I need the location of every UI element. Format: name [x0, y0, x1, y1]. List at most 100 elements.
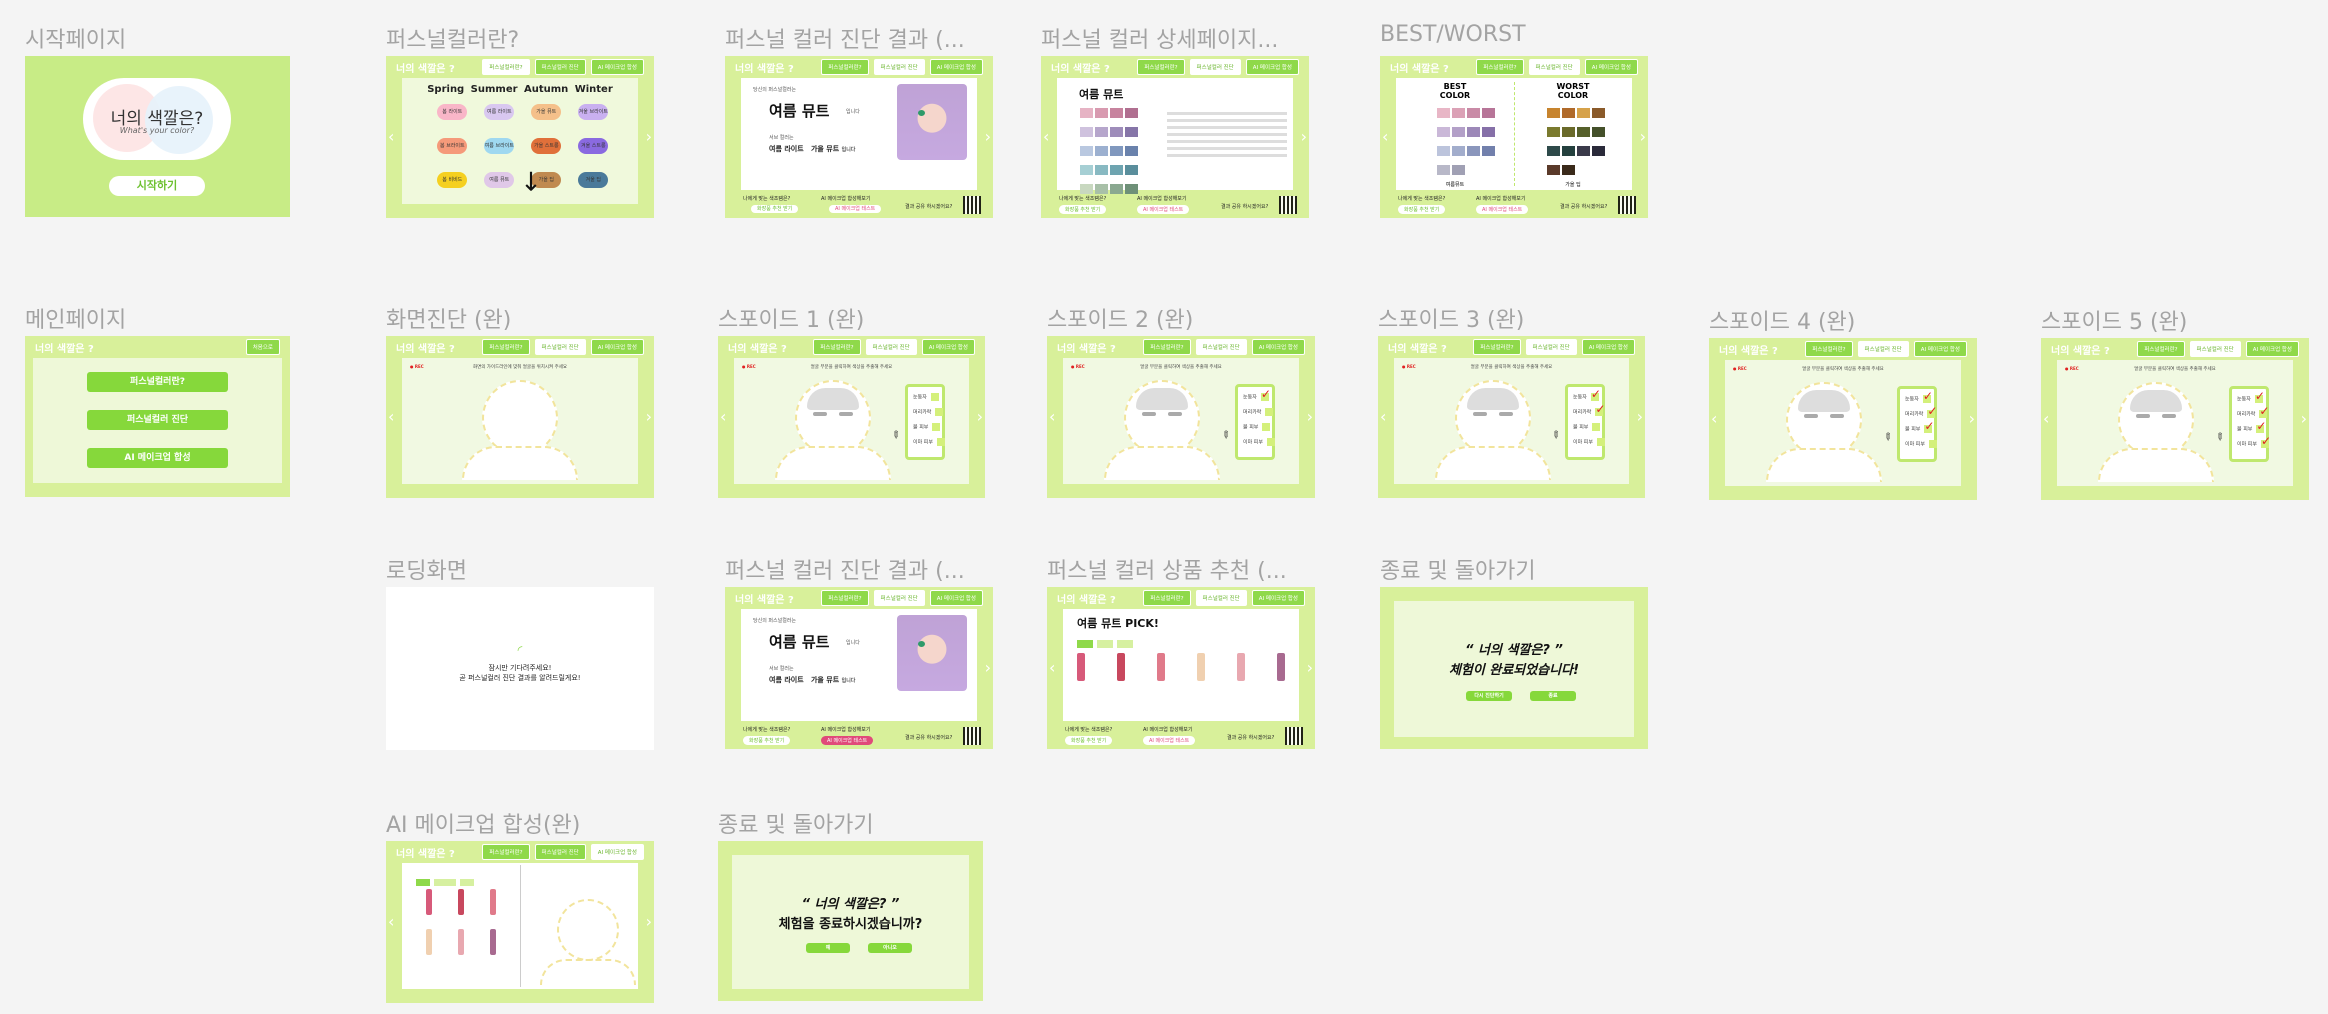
check-item[interactable]: 눈동자 [913, 393, 939, 401]
retry-button[interactable]: 다시 진단하기 [1466, 691, 1512, 701]
nav-intro-button[interactable]: 퍼스널컬러란? [1143, 590, 1191, 606]
nav-intro-button[interactable]: 퍼스널컬러란? [821, 59, 869, 75]
recommend-button[interactable]: 화장품 추천 받기 [1398, 205, 1446, 214]
check-item[interactable]: 머리카락 [913, 408, 944, 416]
next-arrow-icon[interactable]: › [1640, 129, 1646, 145]
next-arrow-icon[interactable]: › [646, 129, 652, 145]
nav-ai-button[interactable]: AI 메이크업 합성 [1251, 590, 1305, 606]
nav-intro-button[interactable]: 퍼스널컬러란? [482, 59, 530, 75]
check-item[interactable]: 볼 피부 [1573, 423, 1601, 431]
tone-chip[interactable]: 가을 스트롱 [531, 137, 562, 154]
eyedropper-icon[interactable]: ✎ [2212, 431, 2226, 445]
next-arrow-icon[interactable]: › [1307, 409, 1313, 425]
nav-ai-button[interactable]: AI 메이크업 합성 [1581, 339, 1635, 355]
nav-diagnose-button[interactable]: 퍼스널컬러 진단 [865, 339, 917, 355]
check-box[interactable] [2254, 389, 2265, 403]
check-item[interactable]: 볼 피부 [913, 423, 941, 431]
nav-ai-button[interactable]: AI 메이크업 합성 [1584, 59, 1638, 75]
prev-arrow-icon[interactable]: ‹ [1043, 129, 1049, 145]
tone-chip[interactable]: 여름 라이트 [484, 104, 515, 120]
check-item[interactable]: 머리카락 [1243, 408, 1274, 416]
frame-ai-makeup[interactable]: AI 메이크업 합성(완) 너의 색깔은 ? 퍼스널컬러란? 퍼스널컬러 진단 AI … [386, 813, 654, 1003]
prev-arrow-icon[interactable]: ‹ [1049, 660, 1055, 676]
check-box[interactable] [1597, 438, 1605, 446]
eyedropper-icon[interactable]: ✎ [1218, 429, 1232, 443]
start-button[interactable]: 시작하기 [109, 176, 205, 196]
recommend-button[interactable]: 화장품 추천 받기 [743, 736, 791, 745]
tone-chip[interactable]: 가을 뮤트 [531, 104, 562, 120]
check-box[interactable] [2256, 419, 2266, 433]
prev-arrow-icon[interactable]: ‹ [388, 409, 394, 425]
diagnose-button[interactable]: 퍼스널컬러 진단 [87, 410, 228, 430]
tone-chip[interactable]: 봄 브라이트 [437, 137, 468, 154]
nav-diagnose-button[interactable]: 퍼스널컬러 진단 [873, 590, 925, 606]
ai-test-button[interactable]: AI 메이크업 테스트 [1476, 205, 1529, 214]
intro-button[interactable]: 퍼스널컬러란? [87, 372, 228, 392]
next-arrow-icon[interactable]: › [1307, 660, 1313, 676]
product-item[interactable] [1077, 653, 1085, 681]
nav-diagnose-button[interactable]: 퍼스널컬러 진단 [1195, 339, 1247, 355]
product-item[interactable] [480, 889, 506, 923]
check-box[interactable] [1267, 438, 1275, 446]
frame-result-1[interactable]: 퍼스널 컬러 진단 결과 (... 너의 색깔은 ? 퍼스널컬러란? 퍼스널컬러 진… [725, 28, 993, 218]
prev-arrow-icon[interactable]: ‹ [388, 129, 394, 145]
nav-ai-button[interactable]: AI 메이크업 합성 [590, 59, 644, 75]
check-box[interactable] [930, 393, 939, 401]
check-item[interactable]: 이마 피부 [2237, 434, 2271, 448]
check-item[interactable]: 눈동자 [2237, 389, 2265, 403]
nav-ai-button[interactable]: AI 메이크업 합성 [1245, 59, 1299, 75]
check-item[interactable]: 머리카락 [1905, 404, 1937, 418]
check-item[interactable]: 눈동자 [1573, 387, 1601, 401]
nav-intro-button[interactable]: 퍼스널컬러란? [1143, 339, 1191, 355]
check-box[interactable] [1262, 423, 1271, 431]
nav-ai-button[interactable]: AI 메이크업 합성 [590, 339, 644, 355]
ai-test-button[interactable]: AI 메이크업 테스트 [1143, 736, 1196, 745]
product-item[interactable] [1197, 653, 1205, 681]
nav-diagnose-button[interactable]: 퍼스널컬러 진단 [1857, 341, 1909, 357]
product-item[interactable] [1157, 653, 1165, 681]
prev-arrow-icon[interactable]: ‹ [1380, 409, 1386, 425]
nav-ai-button[interactable]: AI 메이크업 합성 [2245, 341, 2299, 357]
frame-detail[interactable]: 퍼스널 컬러 상세페이지... 너의 색깔은 ? 퍼스널컬러란? 퍼스널컬러 진단 A… [1041, 28, 1309, 218]
check-box[interactable] [932, 423, 941, 431]
next-arrow-icon[interactable]: › [2301, 411, 2307, 427]
yes-button[interactable]: 예 [806, 943, 850, 953]
check-box[interactable] [935, 408, 944, 416]
product-item[interactable] [416, 889, 442, 923]
nav-intro-button[interactable]: 퍼스널컬러란? [821, 590, 869, 606]
nav-diagnose-button[interactable]: 퍼스널컬러 진단 [1528, 59, 1580, 75]
tone-chip[interactable]: 여름 브라이트 [484, 137, 515, 154]
nav-diagnose-button[interactable]: 퍼스널컬러 진단 [873, 59, 925, 75]
nav-ai-button[interactable]: AI 메이크업 합성 [929, 59, 983, 75]
frame-sp3[interactable]: 스포이드 3 (완) 너의 색깔은 ? 퍼스널컬러란? 퍼스널컬러 진단 AI 메이크… [1378, 308, 1645, 498]
nav-diagnose-button[interactable]: 퍼스널컬러 진단 [534, 59, 586, 75]
nav-diagnose-button[interactable]: 퍼스널컬러 진단 [1189, 59, 1241, 75]
frame-sp2[interactable]: 스포이드 2 (완) 너의 색깔은 ? 퍼스널컬러란? 퍼스널컬러 진단 AI 메이크… [1047, 308, 1315, 498]
product-item[interactable] [448, 889, 474, 923]
nav-ai-button[interactable]: AI 메이크업 합성 [929, 590, 983, 606]
frame-intro[interactable]: 퍼스널컬러란? 너의 색깔은 ? 퍼스널컬러란? 퍼스널컬러 진단 AI 메이크업 합… [386, 28, 654, 218]
check-box[interactable] [1592, 423, 1601, 431]
nav-intro-button[interactable]: 퍼스널컬러란? [482, 339, 530, 355]
nav-intro-button[interactable]: 퍼스널컬러란? [1476, 59, 1524, 75]
nav-intro-button[interactable]: 퍼스널컬러란? [1805, 341, 1853, 357]
next-arrow-icon[interactable]: › [985, 660, 991, 676]
ai-makeup-button[interactable]: AI 메이크업 합성 [87, 448, 228, 468]
prev-arrow-icon[interactable]: ‹ [720, 409, 726, 425]
next-arrow-icon[interactable]: › [985, 129, 991, 145]
nav-ai-button[interactable]: AI 메이크업 합성 [590, 844, 644, 860]
frame-sp1[interactable]: 스포이드 1 (완) 너의 색깔은 ? 퍼스널컬러란? 퍼스널컬러 진단 AI 메이크… [718, 308, 985, 498]
product-item[interactable] [416, 929, 442, 963]
product-item[interactable] [1117, 653, 1125, 681]
nav-ai-button[interactable]: AI 메이크업 합성 [921, 339, 975, 355]
prev-arrow-icon[interactable]: ‹ [1049, 409, 1055, 425]
product-item[interactable] [448, 929, 474, 963]
check-item[interactable]: 눈동자 [1243, 387, 1271, 401]
home-button[interactable]: 처음으로 [245, 339, 280, 355]
check-item[interactable]: 이마 피부 [1243, 438, 1275, 446]
prev-arrow-icon[interactable]: ‹ [1382, 129, 1388, 145]
nav-intro-button[interactable]: 퍼스널컬러란? [813, 339, 861, 355]
next-arrow-icon[interactable]: › [977, 409, 983, 425]
eyedropper-icon[interactable]: ✎ [1548, 429, 1562, 443]
frame-main[interactable]: 메인페이지 너의 색깔은 ? 처음으로 퍼스널컬러란? 퍼스널컬러 진단 AI 메… [25, 308, 290, 497]
